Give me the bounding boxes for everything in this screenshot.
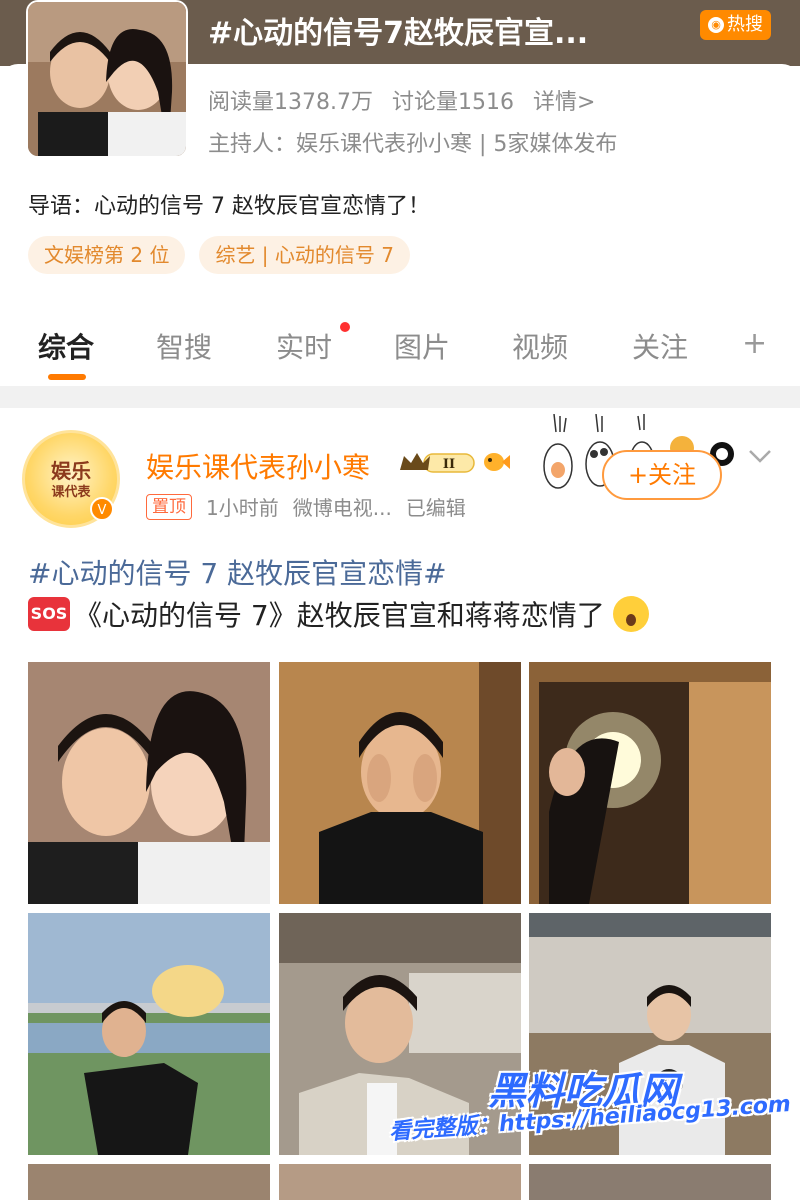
category-chip[interactable]: 综艺 | 心动的信号 7 xyxy=(199,236,410,274)
tab-videos[interactable]: 视频 xyxy=(512,326,568,366)
topic-title[interactable]: #心动的信号7赵牧辰官宣... xyxy=(208,8,588,52)
fish-badge-icon xyxy=(484,453,510,471)
tab-smart-search[interactable]: 智搜 xyxy=(156,326,212,366)
hot-flame-icon: ◉ xyxy=(708,17,724,33)
topic-stats: 阅读量1378.7万 讨论量1516 详情> xyxy=(208,84,607,116)
host-line[interactable]: 主持人：娱乐课代表孙小寒 | 5家媒体发布 xyxy=(208,126,617,158)
tab-pictures[interactable]: 图片 xyxy=(394,326,450,366)
level-badge-text: II xyxy=(443,457,455,472)
ranking-chip[interactable]: 文娱榜第 2 位 xyxy=(28,236,186,274)
verified-icon: V xyxy=(90,497,114,521)
chevron-down-icon[interactable] xyxy=(748,448,772,464)
post-photo-7[interactable] xyxy=(28,1164,270,1200)
post-body-text: 《心动的信号 7》赵牧辰官宣和蒋蒋恋情了 xyxy=(74,599,605,632)
section-divider xyxy=(0,386,800,408)
tab-following[interactable]: 关注 xyxy=(632,326,688,366)
member-crown-icon[interactable]: II xyxy=(398,450,478,476)
post-time: 1小时前 xyxy=(206,496,279,520)
post-body: SOS 《心动的信号 7》赵牧辰官宣和蒋蒋恋情了 xyxy=(28,594,649,634)
avatar-text-line1: 娱乐 xyxy=(51,459,91,483)
hot-badge-label: 热搜 xyxy=(727,14,763,35)
topic-cover-image[interactable] xyxy=(26,0,188,158)
post-photo-4[interactable] xyxy=(28,913,270,1155)
shocked-face-emoji-icon xyxy=(612,596,649,632)
post-meta: 置顶 1小时前 微博电视... 已编辑 xyxy=(146,492,466,521)
details-link[interactable]: 详情> xyxy=(533,90,595,115)
add-tab-button[interactable]: + xyxy=(742,326,767,361)
edited-label[interactable]: 已编辑 xyxy=(406,492,466,521)
discussion-count: 讨论量1516 xyxy=(391,90,514,115)
author-name[interactable]: 娱乐课代表孙小寒 xyxy=(146,446,370,486)
topic-intro: 导语：心动的信号 7 赵牧辰官宣恋情了！ xyxy=(28,194,430,219)
hot-search-badge[interactable]: ◉ 热搜 xyxy=(700,10,771,40)
active-tab-indicator xyxy=(48,374,86,380)
post-source[interactable]: 微博电视... xyxy=(293,492,392,521)
pinned-tag: 置顶 xyxy=(146,493,192,520)
sos-emoji-icon: SOS xyxy=(28,597,70,631)
tab-realtime[interactable]: 实时 xyxy=(276,326,332,366)
new-content-dot xyxy=(340,322,350,332)
tab-bar: 综合 智搜 实时 图片 视频 关注 xyxy=(0,320,800,382)
post-photo-8[interactable] xyxy=(279,1164,521,1200)
post-hashtag[interactable]: #心动的信号 7 赵牧辰官宣恋情# xyxy=(28,552,447,592)
post-photo-1[interactable] xyxy=(28,662,270,904)
tab-comprehensive[interactable]: 综合 xyxy=(38,326,94,366)
topic-chips: 文娱榜第 2 位 综艺 | 心动的信号 7 xyxy=(28,236,410,274)
post-photo-9[interactable] xyxy=(529,1164,771,1200)
follow-button[interactable]: +关注 xyxy=(602,450,722,500)
read-count: 阅读量1378.7万 xyxy=(208,90,373,115)
post-photo-3[interactable] xyxy=(529,662,771,904)
post-photo-2[interactable] xyxy=(279,662,521,904)
